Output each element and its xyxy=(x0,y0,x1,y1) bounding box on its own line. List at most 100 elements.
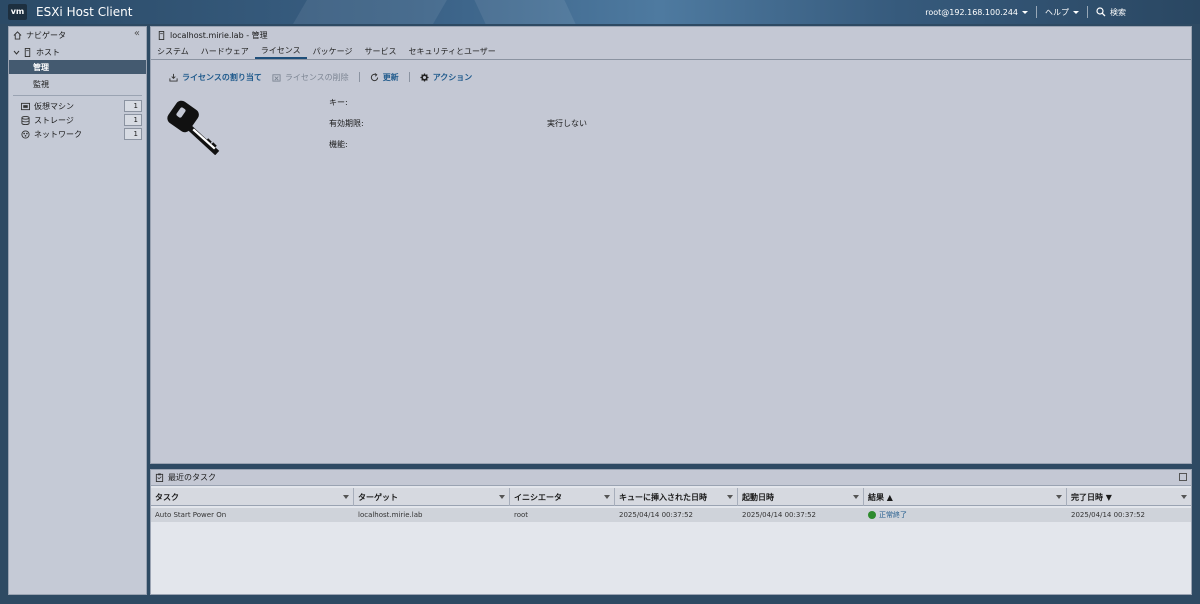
main-panel: localhost.mirie.lab - 管理 システム ハードウェア ライセ… xyxy=(150,26,1192,464)
column-result[interactable]: 結果 ▲ xyxy=(864,488,1067,506)
nav-host[interactable]: ホスト xyxy=(9,45,146,59)
count-badge: 1 xyxy=(124,100,142,112)
search-icon xyxy=(1096,7,1106,17)
column-completed[interactable]: 完了日時 ▼ xyxy=(1067,488,1191,506)
refresh-label: 更新 xyxy=(382,72,399,82)
tab-licensing[interactable]: ライセンス xyxy=(254,43,307,59)
license-expiry-value: 実行しない xyxy=(547,119,587,128)
nav-item-network[interactable]: ネットワーク 1 xyxy=(9,127,146,141)
nav-manage[interactable]: 管理 xyxy=(9,60,146,74)
column-queued[interactable]: キューに挿入された日時 xyxy=(615,488,738,506)
divider xyxy=(358,72,360,82)
header-menus: root@192.168.100.244 ヘルプ 検索 xyxy=(917,0,1200,24)
count-badge: 1 xyxy=(124,114,142,126)
cell-initiator: root xyxy=(514,511,529,519)
assign-license-label: ライセンスの割り当て xyxy=(182,72,262,82)
refresh-icon xyxy=(370,72,378,81)
clipboard-icon xyxy=(155,473,164,482)
nav-item-label: ストレージ xyxy=(34,115,74,125)
remove-license-button[interactable]: ライセンスの削除 xyxy=(272,72,349,83)
server-icon xyxy=(24,47,31,57)
nav-host-label: ホスト xyxy=(36,47,60,57)
actions-button[interactable]: アクション xyxy=(420,72,473,83)
database-icon xyxy=(21,115,30,125)
divider xyxy=(408,72,410,82)
server-icon xyxy=(158,31,165,40)
nav-manage-label: 管理 xyxy=(33,62,49,72)
cell-target: localhost.mirie.lab xyxy=(358,511,423,519)
user-menu[interactable]: root@192.168.100.244 xyxy=(917,0,1036,24)
recent-tasks-panel: 最近のタスク タスク ターゲット イニシエータ キューに挿入された日時 起動日時… xyxy=(150,469,1192,595)
header-decoration xyxy=(474,0,576,24)
cell-task: Auto Start Power On xyxy=(155,511,227,519)
remove-icon xyxy=(272,73,281,82)
table-header: タスク ターゲット イニシエータ キューに挿入された日時 起動日時 結果 ▲ 完… xyxy=(151,488,1191,506)
column-label: イニシエータ xyxy=(514,492,562,502)
navigator-title: ナビゲータ xyxy=(26,30,66,40)
help-menu-label: ヘルプ xyxy=(1045,7,1069,17)
filter-icon[interactable] xyxy=(499,495,505,499)
count-badge: 1 xyxy=(124,128,142,140)
navigator-header[interactable]: ナビゲータ « xyxy=(9,27,146,43)
navigator-panel: ナビゲータ « ホスト 管理 監視 仮想マシン 1 ストレージ 1 ネットワーク… xyxy=(8,26,147,595)
recent-tasks-title: 最近のタスク xyxy=(168,473,216,482)
actions-label: アクション xyxy=(432,72,473,82)
license-key-label: キー: xyxy=(329,98,348,107)
filter-icon[interactable] xyxy=(853,495,859,499)
tab-hardware[interactable]: ハードウェア xyxy=(195,43,255,59)
tab-services[interactable]: サービス xyxy=(358,43,402,59)
tab-bar: システム ハードウェア ライセンス パッケージ サービス セキュリティとユーザー xyxy=(151,43,502,59)
cell-completed: 2025/04/14 00:37:52 xyxy=(1071,511,1146,519)
chevron-down-icon xyxy=(13,50,20,55)
column-label: 完了日時 ▼ xyxy=(1071,492,1112,502)
license-features-label: 機能: xyxy=(329,140,348,149)
tab-system[interactable]: システム xyxy=(151,43,195,59)
divider xyxy=(13,95,142,96)
column-label: キューに挿入された日時 xyxy=(619,492,707,502)
breadcrumb: localhost.mirie.lab - 管理 xyxy=(157,29,268,42)
tab-packages[interactable]: パッケージ xyxy=(307,43,359,59)
assign-license-button[interactable]: ライセンスの割り当て xyxy=(169,72,262,83)
success-icon xyxy=(868,511,876,519)
filter-icon[interactable] xyxy=(604,495,610,499)
nav-item-vms[interactable]: 仮想マシン 1 xyxy=(9,99,146,113)
cell-queued: 2025/04/14 00:37:52 xyxy=(619,511,694,519)
nav-monitor[interactable]: 監視 xyxy=(9,77,146,91)
app-title: ESXi Host Client xyxy=(36,5,133,19)
vmware-logo: vm xyxy=(8,4,27,20)
header-decoration xyxy=(293,0,447,24)
filter-icon[interactable] xyxy=(727,495,733,499)
divider xyxy=(151,59,1191,60)
nav-item-label: 仮想マシン xyxy=(34,101,74,111)
remove-license-label: ライセンスの削除 xyxy=(284,72,349,82)
column-task[interactable]: タスク xyxy=(151,488,354,506)
column-started[interactable]: 起動日時 xyxy=(738,488,864,506)
search-button[interactable]: 検索 xyxy=(1088,0,1200,24)
search-label: 検索 xyxy=(1110,7,1126,17)
maximize-icon[interactable] xyxy=(1179,473,1187,481)
gear-icon xyxy=(420,72,429,82)
tab-security-users[interactable]: セキュリティとユーザー xyxy=(402,43,501,59)
nav-monitor-label: 監視 xyxy=(33,79,49,89)
chevron-down-icon xyxy=(1022,10,1028,14)
home-icon xyxy=(13,30,22,40)
license-expiry-label: 有効期限: xyxy=(329,119,364,128)
cell-started: 2025/04/14 00:37:52 xyxy=(742,511,817,519)
column-initiator[interactable]: イニシエータ xyxy=(510,488,615,506)
table-row[interactable]: Auto Start Power On localhost.mirie.lab … xyxy=(151,508,1191,522)
filter-icon[interactable] xyxy=(1181,495,1187,499)
help-menu[interactable]: ヘルプ xyxy=(1037,0,1087,24)
filter-icon[interactable] xyxy=(343,495,349,499)
nav-item-storage[interactable]: ストレージ 1 xyxy=(9,113,146,127)
breadcrumb-label: localhost.mirie.lab - 管理 xyxy=(170,31,268,40)
user-menu-label: root@192.168.100.244 xyxy=(925,7,1018,17)
chevron-down-icon xyxy=(1073,10,1079,14)
column-label: 起動日時 xyxy=(742,492,774,502)
refresh-button[interactable]: 更新 xyxy=(370,72,399,83)
network-icon xyxy=(21,129,30,139)
vm-icon xyxy=(21,102,30,110)
column-target[interactable]: ターゲット xyxy=(354,488,510,506)
filter-icon[interactable] xyxy=(1056,495,1062,499)
collapse-icon[interactable]: « xyxy=(134,29,140,39)
column-label: ターゲット xyxy=(358,492,398,502)
